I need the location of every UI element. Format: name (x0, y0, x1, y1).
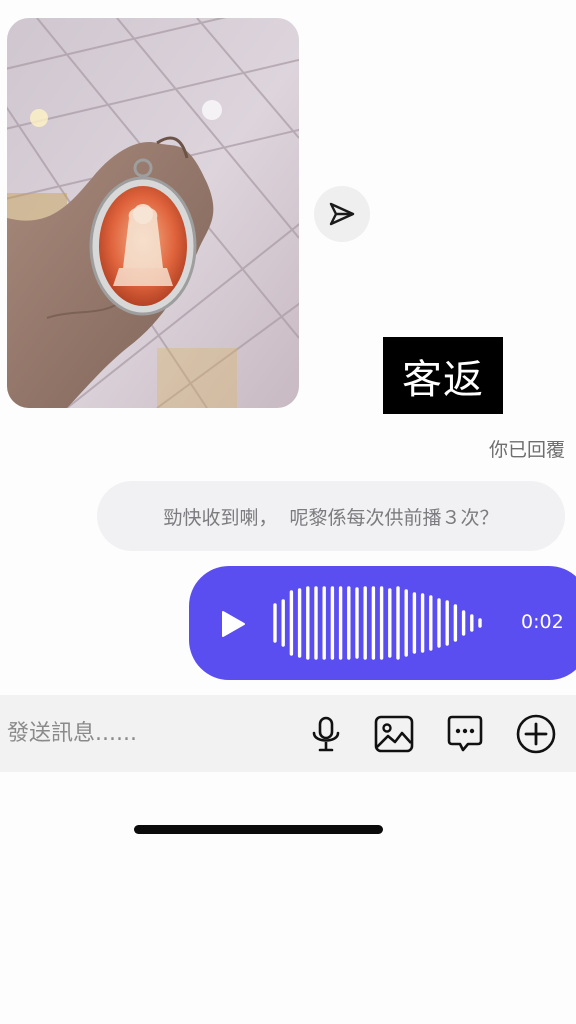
quoted-message-bubble[interactable]: 勁快收到喇， 呢黎係每次供前播３次？ (97, 481, 565, 551)
overlay-tag: 客返 (383, 337, 503, 414)
amulet-photo (7, 18, 299, 408)
chat-bubble-icon[interactable] (444, 713, 486, 755)
microphone-icon[interactable] (305, 713, 347, 755)
add-circle-icon[interactable] (515, 713, 557, 755)
play-icon[interactable] (220, 610, 246, 638)
share-button[interactable] (314, 186, 370, 242)
reply-label: 你已回覆 (488, 439, 565, 461)
voice-message-bubble[interactable]: 0:02 (189, 566, 576, 680)
quoted-message-text: 勁快收到喇， 呢黎係每次供前播３次？ (163, 506, 499, 529)
home-indicator[interactable] (134, 825, 383, 834)
audio-waveform (273, 586, 482, 660)
send-icon (329, 202, 355, 226)
voice-duration: 0:02 (521, 611, 564, 633)
message-input[interactable] (7, 715, 287, 751)
image-icon[interactable] (373, 713, 415, 755)
photo-message[interactable] (7, 18, 299, 408)
message-composer (0, 695, 576, 772)
